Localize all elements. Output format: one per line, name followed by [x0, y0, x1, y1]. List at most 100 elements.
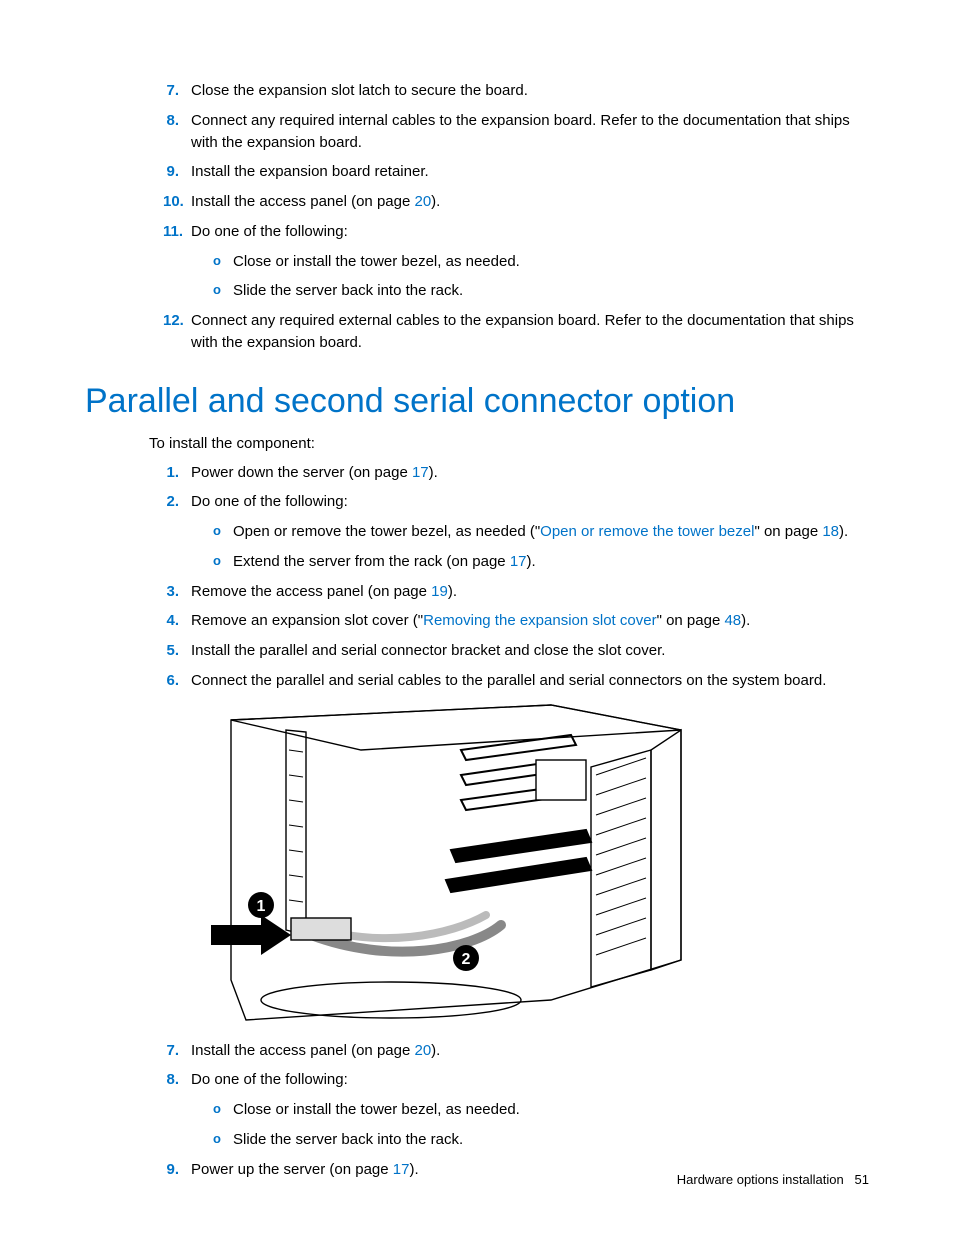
- list-text: Install the access panel (on page 20).: [191, 191, 869, 213]
- sub-list-item: o Slide the server back into the rack.: [213, 1129, 869, 1151]
- text: " on page: [657, 612, 725, 629]
- list-item: 5. Install the parallel and serial conne…: [85, 640, 869, 662]
- text: ).: [431, 193, 440, 210]
- list-text: Connect the parallel and serial cables t…: [191, 670, 869, 692]
- sub-text: Extend the server from the rack (on page…: [233, 551, 869, 573]
- list-text: Remove the access panel (on page 19).: [191, 581, 869, 603]
- cross-ref-link[interactable]: Removing the expansion slot cover: [423, 612, 656, 629]
- list-item: 7. Install the access panel (on page 20)…: [85, 1040, 869, 1062]
- page-link[interactable]: 17: [412, 464, 429, 481]
- sub-list-item: o Slide the server back into the rack.: [213, 280, 869, 302]
- callout-2: 2: [462, 951, 471, 968]
- list-number: 9.: [85, 1159, 191, 1181]
- page-link[interactable]: 48: [724, 612, 741, 629]
- page-link[interactable]: 18: [822, 523, 839, 540]
- list-item: 2. Do one of the following: o Open or re…: [85, 491, 869, 572]
- footer-section-title: Hardware options installation: [677, 1172, 844, 1187]
- page-footer: Hardware options installation 51: [677, 1172, 869, 1187]
- list-item: 11. Do one of the following: o Close or …: [163, 221, 869, 302]
- text: Install the access panel (on page: [191, 193, 414, 210]
- section-heading: Parallel and second serial connector opt…: [85, 382, 869, 421]
- list-item: 1. Power down the server (on page 17).: [85, 462, 869, 484]
- list-item: 6. Connect the parallel and serial cable…: [85, 670, 869, 692]
- list-number: 8.: [163, 110, 191, 154]
- illustration-server-connectors: 1 2: [191, 700, 696, 1028]
- text: ).: [448, 583, 457, 600]
- intro-text: To install the component:: [149, 435, 869, 452]
- list-item: 4. Remove an expansion slot cover ("Remo…: [85, 610, 869, 632]
- text: " on page: [754, 523, 822, 540]
- list-item: 10. Install the access panel (on page 20…: [163, 191, 869, 213]
- list-number: 9.: [163, 161, 191, 183]
- list-text: Do one of the following: o Close or inst…: [191, 221, 869, 302]
- list-text: Do one of the following: o Close or inst…: [191, 1069, 869, 1150]
- bullet-icon: o: [213, 280, 233, 302]
- list-number: 4.: [85, 610, 191, 632]
- ordered-list-main: 1. Power down the server (on page 17). 2…: [85, 462, 869, 692]
- text: Remove an expansion slot cover (": [191, 612, 423, 629]
- text: ).: [431, 1042, 440, 1059]
- text: ).: [409, 1161, 418, 1178]
- list-text: Install the expansion board retainer.: [191, 161, 869, 183]
- text: ).: [741, 612, 750, 629]
- bullet-icon: o: [213, 521, 233, 543]
- sub-text: Open or remove the tower bezel, as neede…: [233, 521, 869, 543]
- list-text: Install the parallel and serial connecto…: [191, 640, 869, 662]
- bullet-icon: o: [213, 251, 233, 273]
- text: Do one of the following:: [191, 1071, 348, 1088]
- bullet-icon: o: [213, 1129, 233, 1151]
- footer-page-number: 51: [855, 1172, 869, 1187]
- list-number: 7.: [163, 80, 191, 102]
- sub-list-item: o Close or install the tower bezel, as n…: [213, 251, 869, 273]
- list-number: 5.: [85, 640, 191, 662]
- bullet-icon: o: [213, 1099, 233, 1121]
- text: ).: [527, 553, 536, 570]
- page-link[interactable]: 17: [510, 553, 527, 570]
- text: Extend the server from the rack (on page: [233, 553, 510, 570]
- sub-text: Slide the server back into the rack.: [233, 280, 869, 302]
- list-text: Close the expansion slot latch to secure…: [191, 80, 869, 102]
- list-number: 1.: [85, 462, 191, 484]
- text: Power up the server (on page: [191, 1161, 393, 1178]
- list-item: 3. Remove the access panel (on page 19).: [85, 581, 869, 603]
- bullet-icon: o: [213, 551, 233, 573]
- document-page: 7. Close the expansion slot latch to sec…: [0, 0, 954, 1238]
- ordered-list-top: 7. Close the expansion slot latch to sec…: [163, 80, 869, 354]
- callout-1: 1: [257, 898, 266, 915]
- sub-text: Close or install the tower bezel, as nee…: [233, 251, 869, 273]
- list-text: Power down the server (on page 17).: [191, 462, 869, 484]
- list-item: 12. Connect any required external cables…: [163, 310, 869, 354]
- text: Install the access panel (on page: [191, 1042, 414, 1059]
- list-item: 9. Install the expansion board retainer.: [163, 161, 869, 183]
- cross-ref-link[interactable]: Open or remove the tower bezel: [540, 523, 754, 540]
- text: ).: [839, 523, 848, 540]
- list-number: 3.: [85, 581, 191, 603]
- page-link[interactable]: 19: [431, 583, 448, 600]
- text: Do one of the following:: [191, 493, 348, 510]
- text: ).: [429, 464, 438, 481]
- page-link[interactable]: 17: [393, 1161, 410, 1178]
- list-item: 8. Connect any required internal cables …: [163, 110, 869, 154]
- text: Open or remove the tower bezel, as neede…: [233, 523, 540, 540]
- list-text: Do one of the following: o Open or remov…: [191, 491, 869, 572]
- page-link[interactable]: 20: [414, 193, 431, 210]
- page-link[interactable]: 20: [414, 1042, 431, 1059]
- sub-text: Slide the server back into the rack.: [233, 1129, 869, 1151]
- list-text: Install the access panel (on page 20).: [191, 1040, 869, 1062]
- list-number: 8.: [85, 1069, 191, 1150]
- list-number: 7.: [85, 1040, 191, 1062]
- list-number: 6.: [85, 670, 191, 692]
- list-number: 10.: [163, 191, 191, 213]
- text: Power down the server (on page: [191, 464, 412, 481]
- sub-list-item: o Extend the server from the rack (on pa…: [213, 551, 869, 573]
- list-text: Remove an expansion slot cover ("Removin…: [191, 610, 869, 632]
- list-text: Connect any required internal cables to …: [191, 110, 869, 154]
- sub-text: Close or install the tower bezel, as nee…: [233, 1099, 869, 1121]
- ordered-list-after: 7. Install the access panel (on page 20)…: [85, 1040, 869, 1181]
- list-number: 12.: [163, 310, 191, 354]
- list-number: 2.: [85, 491, 191, 572]
- list-text: Connect any required external cables to …: [191, 310, 869, 354]
- sub-list-item: o Close or install the tower bezel, as n…: [213, 1099, 869, 1121]
- text: Remove the access panel (on page: [191, 583, 431, 600]
- sub-list-item: o Open or remove the tower bezel, as nee…: [213, 521, 869, 543]
